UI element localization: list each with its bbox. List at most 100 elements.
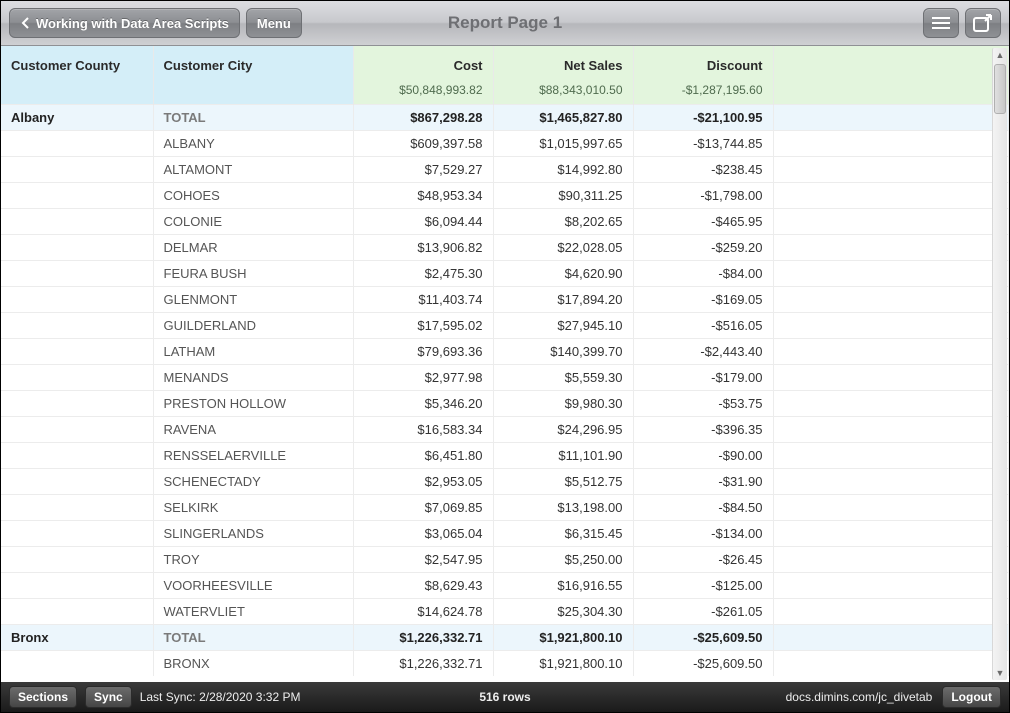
blank-cell bbox=[773, 443, 1009, 469]
value-cell: $16,583.34 bbox=[353, 417, 493, 443]
value-cell: $6,094.44 bbox=[353, 209, 493, 235]
value-cell: $9,980.30 bbox=[493, 391, 633, 417]
value-cell: $2,547.95 bbox=[353, 547, 493, 573]
vertical-scrollbar[interactable]: ▲ ▼ bbox=[992, 48, 1007, 680]
county-cell: Albany bbox=[1, 105, 153, 131]
export-icon bbox=[973, 14, 993, 32]
value-cell: -$238.45 bbox=[633, 157, 773, 183]
table-row[interactable]: ALBANY$609,397.58$1,015,997.65-$13,744.8… bbox=[1, 131, 1009, 157]
value-cell: -$26.45 bbox=[633, 547, 773, 573]
logout-button[interactable]: Logout bbox=[942, 686, 1001, 708]
value-cell: $22,028.05 bbox=[493, 235, 633, 261]
report-table[interactable]: Customer County Customer City Cost Net S… bbox=[1, 46, 1009, 676]
blank-cell bbox=[773, 495, 1009, 521]
table-row[interactable]: ALTAMONT$7,529.27$14,992.80-$238.45 bbox=[1, 157, 1009, 183]
blank-cell bbox=[773, 261, 1009, 287]
table-row[interactable]: SCHENECTADY$2,953.05$5,512.75-$31.90 bbox=[1, 469, 1009, 495]
grand-total-cost: $50,848,993.82 bbox=[353, 80, 493, 105]
back-button[interactable]: Working with Data Area Scripts bbox=[9, 8, 240, 38]
table-row[interactable]: GLENMONT$11,403.74$17,894.20-$169.05 bbox=[1, 287, 1009, 313]
header-spacer bbox=[153, 80, 353, 105]
table-row[interactable]: BRONX$1,226,332.71$1,921,800.10-$25,609.… bbox=[1, 651, 1009, 677]
blank-cell bbox=[773, 521, 1009, 547]
blank-cell bbox=[773, 131, 1009, 157]
value-cell: $7,069.85 bbox=[353, 495, 493, 521]
grand-total-netsales: $88,343,010.50 bbox=[493, 80, 633, 105]
city-cell: COLONIE bbox=[153, 209, 353, 235]
value-cell: $609,397.58 bbox=[353, 131, 493, 157]
county-cell bbox=[1, 183, 153, 209]
value-cell: $17,595.02 bbox=[353, 313, 493, 339]
county-cell bbox=[1, 547, 153, 573]
value-cell: -$25,609.50 bbox=[633, 651, 773, 677]
city-cell: SCHENECTADY bbox=[153, 469, 353, 495]
value-cell: $17,894.20 bbox=[493, 287, 633, 313]
table-row[interactable]: RAVENA$16,583.34$24,296.95-$396.35 bbox=[1, 417, 1009, 443]
col-header-discount[interactable]: Discount bbox=[633, 46, 773, 80]
value-cell: -$84.00 bbox=[633, 261, 773, 287]
col-header-cost[interactable]: Cost bbox=[353, 46, 493, 80]
value-cell: $5,250.00 bbox=[493, 547, 633, 573]
table-row[interactable]: VOORHEESVILLE$8,629.43$16,916.55-$125.00 bbox=[1, 573, 1009, 599]
table-row[interactable]: GUILDERLAND$17,595.02$27,945.10-$516.05 bbox=[1, 313, 1009, 339]
city-cell: PRESTON HOLLOW bbox=[153, 391, 353, 417]
table-row[interactable]: FEURA BUSH$2,475.30$4,620.90-$84.00 bbox=[1, 261, 1009, 287]
blank-cell bbox=[773, 183, 1009, 209]
city-cell: GUILDERLAND bbox=[153, 313, 353, 339]
blank-cell bbox=[773, 105, 1009, 131]
table-row[interactable]: MENANDS$2,977.98$5,559.30-$179.00 bbox=[1, 365, 1009, 391]
export-button[interactable] bbox=[965, 8, 1001, 38]
total-label-cell: TOTAL bbox=[153, 625, 353, 651]
list-button[interactable] bbox=[923, 8, 959, 38]
top-toolbar: Report Page 1 Working with Data Area Scr… bbox=[1, 1, 1009, 46]
table-row[interactable]: WATERVLIET$14,624.78$25,304.30-$261.05 bbox=[1, 599, 1009, 625]
blank-cell bbox=[773, 287, 1009, 313]
col-header-city[interactable]: Customer City bbox=[153, 46, 353, 80]
table-row[interactable]: COLONIE$6,094.44$8,202.65-$465.95 bbox=[1, 209, 1009, 235]
table-row[interactable]: DELMAR$13,906.82$22,028.05-$259.20 bbox=[1, 235, 1009, 261]
city-cell: TROY bbox=[153, 547, 353, 573]
value-cell: -$2,443.40 bbox=[633, 339, 773, 365]
city-cell: COHOES bbox=[153, 183, 353, 209]
table-row[interactable]: PRESTON HOLLOW$5,346.20$9,980.30-$53.75 bbox=[1, 391, 1009, 417]
table-row[interactable]: TROY$2,547.95$5,250.00-$26.45 bbox=[1, 547, 1009, 573]
blank-cell bbox=[773, 391, 1009, 417]
value-cell: -$169.05 bbox=[633, 287, 773, 313]
city-cell: DELMAR bbox=[153, 235, 353, 261]
col-header-netsales[interactable]: Net Sales bbox=[493, 46, 633, 80]
header-spacer bbox=[1, 80, 153, 105]
group-total-row[interactable]: AlbanyTOTAL$867,298.28$1,465,827.80-$21,… bbox=[1, 105, 1009, 131]
value-cell: -$1,798.00 bbox=[633, 183, 773, 209]
table-row[interactable]: LATHAM$79,693.36$140,399.70-$2,443.40 bbox=[1, 339, 1009, 365]
city-cell: FEURA BUSH bbox=[153, 261, 353, 287]
sections-button[interactable]: Sections bbox=[9, 686, 77, 708]
value-cell: $25,304.30 bbox=[493, 599, 633, 625]
table-row[interactable]: COHOES$48,953.34$90,311.25-$1,798.00 bbox=[1, 183, 1009, 209]
blank-cell bbox=[773, 235, 1009, 261]
scroll-up-arrow-icon[interactable]: ▲ bbox=[993, 48, 1007, 62]
group-total-row[interactable]: BronxTOTAL$1,226,332.71$1,921,800.10-$25… bbox=[1, 625, 1009, 651]
total-label-cell: TOTAL bbox=[153, 105, 353, 131]
city-cell: LATHAM bbox=[153, 339, 353, 365]
scroll-down-arrow-icon[interactable]: ▼ bbox=[993, 666, 1007, 680]
value-cell: -$179.00 bbox=[633, 365, 773, 391]
city-cell: VOORHEESVILLE bbox=[153, 573, 353, 599]
value-cell: $6,451.80 bbox=[353, 443, 493, 469]
county-cell: Bronx bbox=[1, 625, 153, 651]
value-cell: $7,529.27 bbox=[353, 157, 493, 183]
col-header-county[interactable]: Customer County bbox=[1, 46, 153, 80]
scroll-thumb[interactable] bbox=[994, 64, 1006, 114]
menu-button[interactable]: Menu bbox=[246, 8, 302, 38]
county-cell bbox=[1, 287, 153, 313]
blank-cell bbox=[773, 157, 1009, 183]
table-row[interactable]: RENSSELAERVILLE$6,451.80$11,101.90-$90.0… bbox=[1, 443, 1009, 469]
table-row[interactable]: SELKIRK$7,069.85$13,198.00-$84.50 bbox=[1, 495, 1009, 521]
value-cell: $8,202.65 bbox=[493, 209, 633, 235]
value-cell: $11,403.74 bbox=[353, 287, 493, 313]
value-cell: $6,315.45 bbox=[493, 521, 633, 547]
table-row[interactable]: SLINGERLANDS$3,065.04$6,315.45-$134.00 bbox=[1, 521, 1009, 547]
value-cell: $13,906.82 bbox=[353, 235, 493, 261]
value-cell: -$134.00 bbox=[633, 521, 773, 547]
value-cell: -$259.20 bbox=[633, 235, 773, 261]
sync-button[interactable]: Sync bbox=[85, 686, 132, 708]
